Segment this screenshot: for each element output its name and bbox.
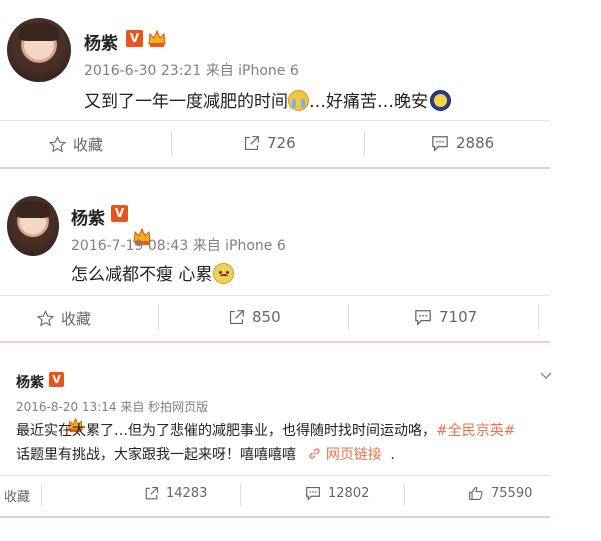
divider <box>158 304 159 330</box>
repost-count: 726 <box>267 134 296 152</box>
post-text-part: 话题里有挑战，大家跟我一起来呀！嘻嘻嘻嘻 <box>16 447 296 463</box>
web-link[interactable]: 网页链接 <box>308 447 386 463</box>
post-text-part: . <box>390 447 395 463</box>
repost-button[interactable]: 726 <box>243 134 296 152</box>
author-name[interactable]: 杨紫 <box>16 372 44 392</box>
moon-emoji-icon <box>430 90 451 111</box>
divider <box>538 304 539 330</box>
comment-count: 2886 <box>456 134 495 152</box>
divider <box>0 167 550 169</box>
crown-icon <box>147 29 167 52</box>
favorite-button[interactable]: 收藏 <box>49 134 103 155</box>
crying-emoji-icon <box>288 90 309 111</box>
favorite-label: 收藏 <box>73 136 104 154</box>
chevron-down-icon[interactable] <box>540 365 552 384</box>
favorite-button[interactable]: 收藏 <box>4 486 30 505</box>
comment-button[interactable]: 12802 <box>305 486 369 501</box>
divider <box>348 304 349 330</box>
divider <box>0 120 550 121</box>
post-text: 怎么减都不瘦 心累 <box>71 260 235 285</box>
comment-count: 12802 <box>328 486 370 501</box>
share-icon <box>229 309 244 324</box>
like-button[interactable]: 75590 <box>468 486 532 501</box>
verified-badge-icon: V <box>126 30 143 47</box>
sad-emoji-icon <box>213 263 235 284</box>
divider <box>0 295 550 296</box>
repost-button[interactable]: 850 <box>228 308 281 326</box>
web-link-label: 网页链接 <box>325 447 382 463</box>
thumbs-up-icon <box>469 486 483 500</box>
post-meta: 2016-8-20 13:14 来自 秒拍网页版 <box>16 400 209 414</box>
post-meta: 2016-6-30 23:21 来自 iPhone 6 <box>84 63 299 79</box>
post-text-line: 话题里有挑战，大家跟我一起来呀！嘻嘻嘻嘻 网页链接 . <box>16 444 395 464</box>
favorite-label: 收藏 <box>4 490 31 505</box>
divider <box>240 484 241 506</box>
share-icon <box>145 486 159 500</box>
post-text-line: 最近实在太累了…但为了悲催的减肥事业，也得随时找时间运动咯，#全民京英# <box>16 420 515 440</box>
topic-link[interactable]: #全民京英# <box>436 423 515 439</box>
comment-button[interactable]: 7107 <box>414 308 477 326</box>
favorite-button[interactable]: 收藏 <box>37 308 91 329</box>
avatar[interactable] <box>7 196 59 256</box>
divider <box>171 130 172 156</box>
avatar[interactable] <box>7 18 71 82</box>
post-meta: 2016-7-19 08:43 来自 iPhone 6 <box>71 238 286 254</box>
post-text-part: 最近实在太累了…但为了悲催的减肥事业，也得随时找时间运动咯， <box>16 423 436 439</box>
divider <box>0 475 550 476</box>
share-icon <box>244 135 259 150</box>
comment-icon <box>432 135 448 152</box>
author-name[interactable]: 杨紫 <box>84 29 118 54</box>
link-icon <box>309 448 321 459</box>
divider <box>0 516 550 518</box>
star-icon <box>49 136 66 153</box>
divider <box>0 341 550 343</box>
favorite-label: 收藏 <box>61 310 92 328</box>
repost-count: 850 <box>252 308 281 326</box>
star-icon <box>37 310 54 327</box>
verified-badge-icon: V <box>49 372 64 387</box>
author-name[interactable]: 杨紫 <box>71 204 105 229</box>
comment-icon <box>415 309 431 326</box>
like-count: 75590 <box>491 486 533 501</box>
post-text-part: …好痛苦…晚安 <box>309 92 428 112</box>
comment-icon <box>306 486 320 501</box>
comment-button[interactable]: 2886 <box>431 134 494 152</box>
post-text-part: 又到了一年一度减肥的时间 <box>84 92 288 112</box>
divider <box>364 130 365 156</box>
repost-count: 14283 <box>166 486 208 501</box>
comment-count: 7107 <box>439 308 478 326</box>
divider <box>41 484 42 506</box>
post-text-part: 怎么减都不瘦 心累 <box>71 265 213 285</box>
divider <box>404 484 405 506</box>
post-text: 又到了一年一度减肥的时间 …好痛苦…晚安 <box>84 87 451 112</box>
verified-badge-icon: V <box>111 205 128 222</box>
repost-button[interactable]: 14283 <box>144 486 207 501</box>
